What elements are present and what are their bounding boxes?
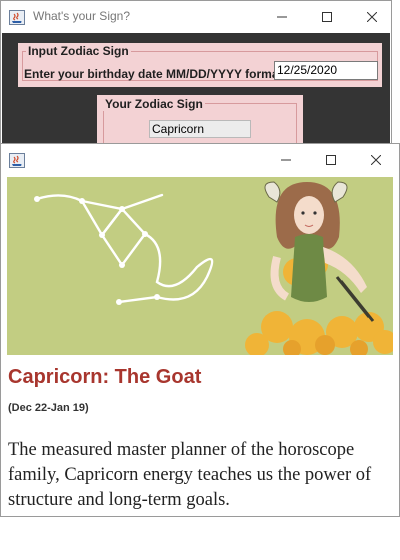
- minimize-button[interactable]: [259, 1, 304, 33]
- sign-date-range: (Dec 22-Jan 19): [8, 402, 89, 414]
- minimize-icon: [276, 16, 287, 18]
- birthday-field-label: Enter your birthday date MM/DD/YYYY form…: [24, 67, 287, 81]
- minimize-button[interactable]: [263, 144, 308, 176]
- java-app-icon: [9, 153, 25, 168]
- sign-heading: Capricorn: The Goat: [8, 366, 202, 388]
- capricorn-illustration: [7, 177, 393, 355]
- zodiac-detail-window: Capricorn: The Goat (Dec 22-Jan 19) The …: [0, 143, 400, 517]
- close-button[interactable]: [349, 1, 394, 33]
- zodiac-main-window: What's your Sign? Input Zodiac Sign Ente…: [0, 0, 392, 151]
- zodiac-sign-output: Capricorn: [149, 120, 251, 138]
- goat-girl-figure: [264, 181, 375, 322]
- result-panel-label: Your Zodiac Sign: [103, 97, 205, 111]
- maximize-button[interactable]: [304, 1, 349, 33]
- close-button[interactable]: [353, 144, 398, 176]
- window-title: What's your Sign?: [33, 9, 131, 23]
- maximize-icon: [321, 12, 332, 22]
- maximize-button[interactable]: [308, 144, 353, 176]
- title-bar[interactable]: What's your Sign?: [1, 1, 391, 33]
- close-icon: [366, 12, 377, 22]
- title-bar[interactable]: [1, 144, 399, 176]
- capricorn-constellation-icon: [35, 193, 214, 304]
- close-icon: [370, 155, 381, 165]
- java-app-icon: [9, 10, 25, 25]
- input-panel-label: Input Zodiac Sign: [26, 44, 131, 58]
- input-zodiac-panel: Input Zodiac Sign Enter your birthday da…: [18, 43, 382, 87]
- sign-description: The measured master planner of the horos…: [8, 440, 372, 510]
- maximize-icon: [325, 155, 336, 165]
- birthday-date-input[interactable]: 12/25/2020: [274, 61, 378, 80]
- minimize-icon: [280, 159, 291, 161]
